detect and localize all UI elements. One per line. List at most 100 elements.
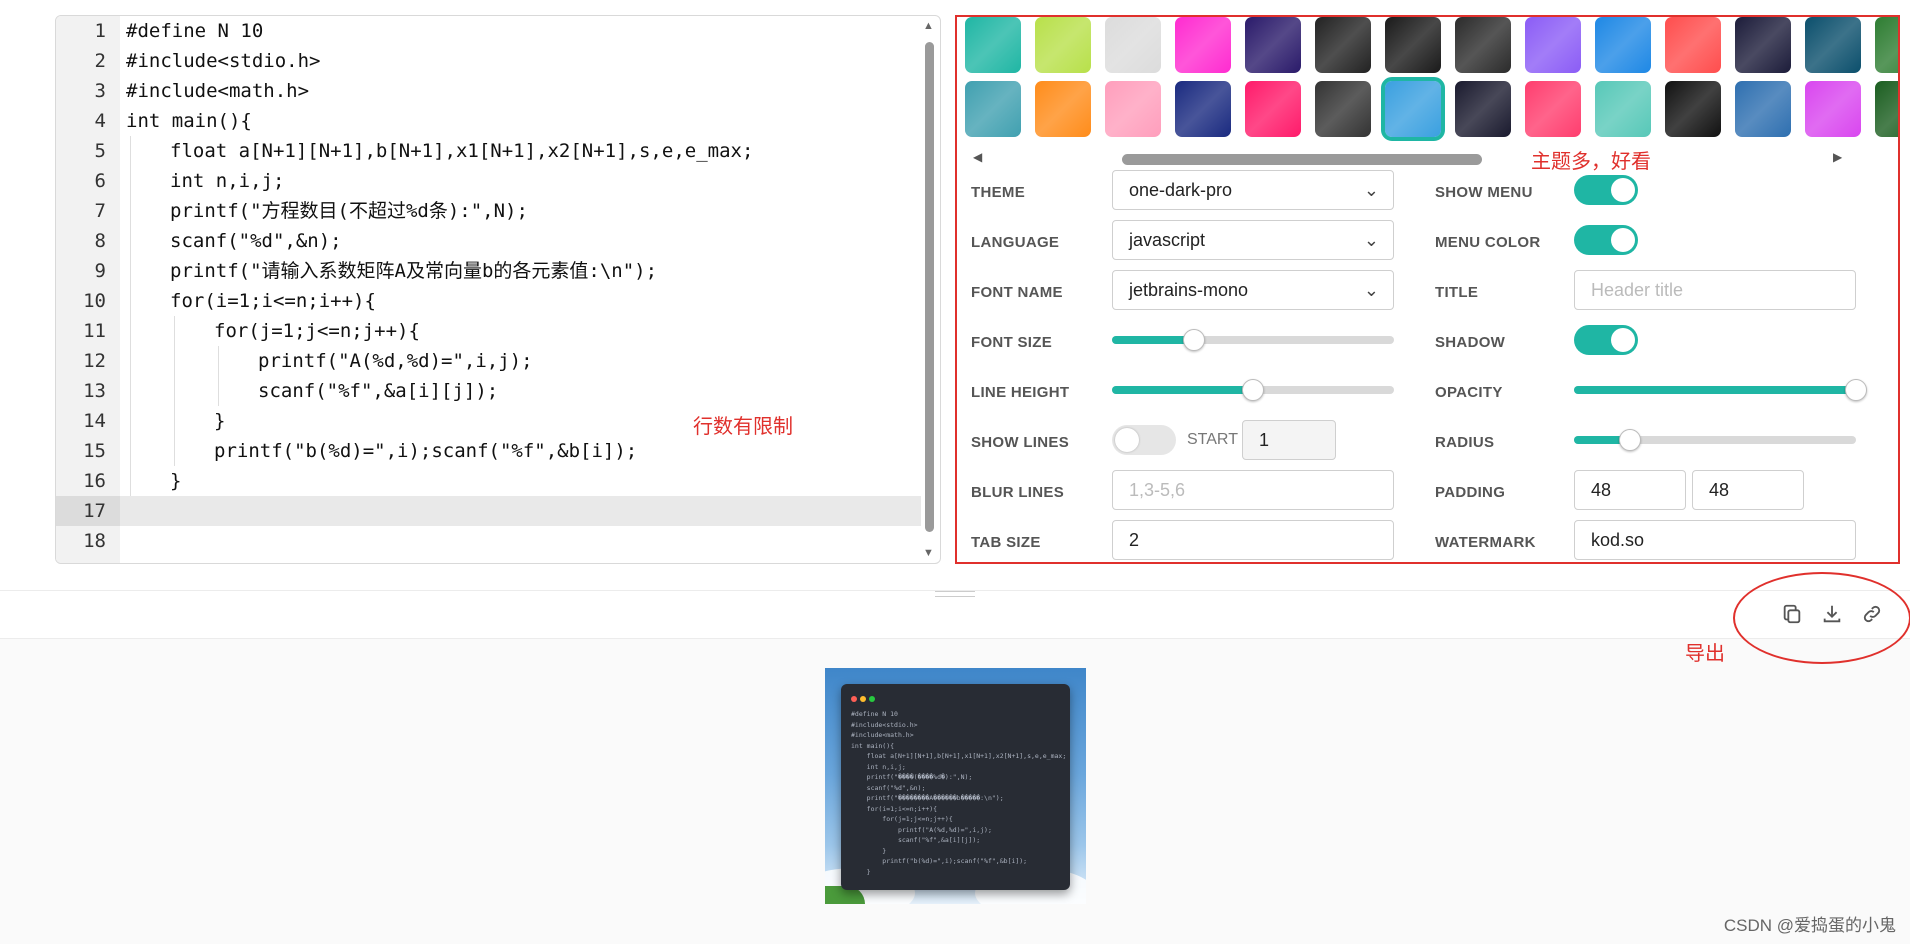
theme-swatch[interactable]	[1245, 17, 1301, 73]
font-size-slider-handle[interactable]	[1182, 329, 1205, 351]
show-lines-toggle[interactable]	[1112, 425, 1176, 455]
theme-swatch[interactable]	[1175, 81, 1231, 137]
padding-y-input[interactable]: 48	[1692, 470, 1804, 510]
padding-x-input[interactable]: 48	[1574, 470, 1686, 510]
editor-line[interactable]: 6 int n,i,j;	[56, 166, 921, 196]
line-number: 11	[83, 320, 106, 342]
theme-swatch[interactable]	[965, 17, 1021, 73]
start-line-input[interactable]: 1	[1242, 420, 1336, 460]
line-height-slider-handle[interactable]	[1242, 379, 1264, 401]
theme-swatch[interactable]	[1315, 17, 1371, 73]
editor-line[interactable]: 2 #include<stdio.h>	[56, 46, 921, 76]
radius-slider[interactable]	[1574, 429, 1856, 451]
editor-line[interactable]: 4 int main(){	[56, 106, 921, 136]
theme-swatch[interactable]	[1105, 17, 1161, 73]
scroll-up-arrow-icon[interactable]: ▲	[923, 20, 934, 32]
theme-swatch[interactable]	[1035, 17, 1091, 73]
editor-line[interactable]: 11 for(j=1;j<=n;j++){	[56, 316, 921, 346]
editor-line[interactable]: 1 #define N 10	[56, 16, 921, 46]
theme-swatch[interactable]	[1525, 81, 1581, 137]
preview-code-line: printf("b(%d)=",i);scanf("%f",&b[i]);	[851, 857, 1028, 865]
editor-line[interactable]: 5 float a[N+1][N+1],b[N+1],x1[N+1],x2[N+1…	[56, 136, 921, 166]
theme-select-value: one-dark-pro	[1129, 180, 1233, 200]
blur-lines-label: BLUR LINES	[971, 484, 1064, 501]
preview-code-line: printf("��������A������b�����:\n");	[851, 794, 1004, 802]
opacity-slider-handle[interactable]	[1845, 379, 1867, 401]
theme-swatch[interactable]	[1805, 17, 1861, 73]
code-text: int main(){	[126, 110, 252, 132]
code-text: int n,i,j;	[170, 170, 285, 192]
code-text: }	[214, 410, 226, 432]
language-select[interactable]: javascript ⌄	[1112, 220, 1394, 260]
menu-color-toggle[interactable]	[1574, 225, 1638, 255]
line-number: 5	[94, 140, 106, 162]
editor-scroll-thumb[interactable]	[925, 42, 934, 532]
editor-line[interactable]: 13 scanf("%f",&a[i][j]);	[56, 376, 921, 406]
theme-swatch[interactable]	[1595, 17, 1651, 73]
theme-swatch[interactable]	[965, 81, 1021, 137]
opacity-slider[interactable]	[1574, 379, 1867, 401]
window-close-dot	[851, 696, 857, 702]
font-size-slider[interactable]	[1112, 329, 1394, 351]
editor-vertical-scrollbar[interactable]: ▲ ▼	[920, 16, 938, 563]
theme-select[interactable]: one-dark-pro ⌄	[1112, 170, 1394, 210]
theme-swatch[interactable]	[1455, 17, 1511, 73]
preview-code-line: }	[851, 867, 871, 876]
theme-label: THEME	[971, 184, 1025, 201]
theme-swatch[interactable]	[1735, 17, 1791, 73]
watermark-input[interactable]: kod.so	[1574, 520, 1856, 560]
resize-handle[interactable]	[935, 591, 975, 597]
theme-swatch[interactable]	[1385, 17, 1441, 73]
editor-line[interactable]: 12 printf("A(%d,%d)=",i,j);	[56, 346, 921, 376]
line-number: 13	[83, 380, 106, 402]
line-number: 1	[94, 20, 106, 42]
editor-line[interactable]: 8 scanf("%d",&n);	[56, 226, 921, 256]
code-text: scanf("%f",&a[i][j]);	[258, 380, 499, 402]
annotation-line-limit: 行数有限制	[693, 414, 793, 438]
preview-code-line: float a[N+1][N+1],b[N+1],x1[N+1],x2[N+1]…	[851, 752, 1067, 760]
shadow-toggle[interactable]	[1574, 325, 1638, 355]
font-name-select[interactable]: jetbrains-mono ⌄	[1112, 270, 1394, 310]
editor-line[interactable]: 9 printf("请输入系数矩阵A及常向量b的各元素值:\n");	[56, 256, 921, 286]
theme-swatch[interactable]	[1105, 81, 1161, 137]
chevron-down-icon: ⌄	[1363, 180, 1379, 200]
editor-line[interactable]: 16}	[56, 466, 921, 496]
theme-swatch[interactable]	[1245, 81, 1301, 137]
scroll-right-arrow-icon[interactable]: ▶	[1833, 150, 1842, 164]
scroll-down-arrow-icon[interactable]: ▼	[923, 547, 934, 559]
theme-swatch[interactable]	[1875, 81, 1898, 137]
radius-label: RADIUS	[1435, 434, 1495, 451]
theme-swatch[interactable]	[1735, 81, 1791, 137]
editor-line[interactable]: 10 for(i=1;i<=n;i++){	[56, 286, 921, 316]
theme-swatch-row-1	[965, 17, 1898, 75]
editor-line[interactable]: 17	[56, 496, 921, 526]
theme-swatch[interactable]	[1315, 81, 1371, 137]
code-editor[interactable]: 1 #define N 10 2 #include<stdio.h> 3 #include…	[55, 15, 941, 564]
theme-horizontal-scrollbar[interactable]	[1122, 154, 1482, 165]
theme-swatch[interactable]	[1595, 81, 1651, 137]
scroll-left-arrow-icon[interactable]: ◀	[973, 150, 982, 164]
theme-swatch[interactable]	[1175, 17, 1231, 73]
theme-swatch[interactable]	[1035, 81, 1091, 137]
theme-swatch[interactable]	[1665, 81, 1721, 137]
export-annotation-ellipse	[1733, 572, 1910, 664]
radius-slider-handle[interactable]	[1619, 429, 1642, 451]
theme-swatch[interactable]	[1875, 17, 1898, 73]
preview-code-line: int main(){	[851, 741, 895, 750]
theme-swatch[interactable]	[1525, 17, 1581, 73]
editor-line[interactable]: 18	[56, 526, 921, 556]
font-name-label: FONT NAME	[971, 284, 1063, 301]
line-height-slider[interactable]	[1112, 379, 1394, 401]
show-menu-toggle[interactable]	[1574, 175, 1638, 205]
tab-size-input[interactable]: 2	[1112, 520, 1394, 560]
indent-guide	[130, 316, 131, 346]
theme-swatch[interactable]	[1381, 77, 1445, 141]
editor-line[interactable]: 7 printf("方程数目(不超过%d条):",N);	[56, 196, 921, 226]
theme-swatch[interactable]	[1665, 17, 1721, 73]
theme-swatch[interactable]	[1455, 81, 1511, 137]
editor-line[interactable]: 3 #include<math.h>	[56, 76, 921, 106]
theme-swatch[interactable]	[1805, 81, 1861, 137]
editor-line[interactable]: 15 printf("b(%d)=",i);scanf("%f",&b[i]);	[56, 436, 921, 466]
header-title-input[interactable]: Header title	[1574, 270, 1856, 310]
blur-lines-input[interactable]: 1,3-5,6	[1112, 470, 1394, 510]
